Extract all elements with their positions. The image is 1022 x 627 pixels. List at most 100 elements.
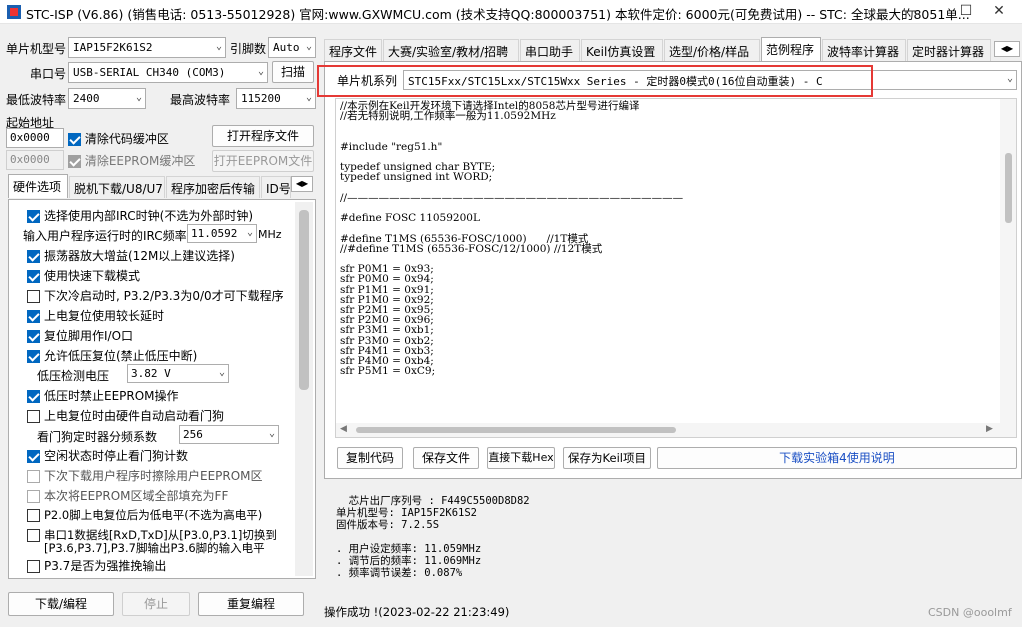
code-vscrollbar[interactable] [1000, 99, 1016, 437]
option-fast-download[interactable]: 使用快速下载模式 [27, 267, 140, 285]
checkbox[interactable] [27, 250, 40, 263]
clear-code-option[interactable]: 清除代码缓冲区 [68, 130, 169, 147]
port-select[interactable]: USB-SERIAL CH340 (COM3) ⌄ [68, 62, 268, 83]
port-label: 串口号 [30, 67, 67, 81]
option-reset-as-io[interactable]: 复位脚用作I/O口 [27, 327, 133, 345]
stop-button[interactable]: 停止 [122, 592, 190, 616]
checkbox[interactable] [27, 390, 40, 403]
option-fill-ff[interactable]: 本次将EEPROM区域全部填充为FF [27, 487, 228, 505]
option-long-reset-delay[interactable]: 上电复位使用较长延时 [27, 307, 164, 325]
reprogram-button[interactable]: 重复编程 [198, 592, 304, 616]
option-low-voltage-reset[interactable]: 允许低压复位(禁止低压中断) [27, 347, 197, 365]
option-lv-disable-eeprom[interactable]: 低压时禁止EEPROM操作 [27, 387, 179, 405]
tab-offline[interactable]: 脱机下载/U8/U7 [69, 176, 165, 198]
tab-program-file[interactable]: 程序文件 [324, 39, 382, 61]
mcu-select[interactable]: IAP15F2K61S2 ⌄ [68, 37, 226, 58]
info-line-model: 单片机型号: IAP15F2K61S2 [336, 507, 478, 519]
code-addr-input[interactable]: 0x0000 [6, 128, 64, 148]
lvd-select[interactable]: 3.82 V ⌄ [127, 364, 229, 383]
checkbox[interactable] [27, 509, 40, 522]
chevron-down-icon: ⌄ [1006, 73, 1013, 84]
checkbox[interactable] [27, 270, 40, 283]
tab-serial-assistant[interactable]: 串口助手 [520, 39, 580, 61]
chevron-down-icon: ⌄ [218, 367, 225, 378]
option-hw-watchdog[interactable]: 上电复位时由硬件自动启动看门狗 [27, 407, 224, 425]
code-hscrollbar[interactable]: ◀ ▶ [336, 423, 1000, 437]
wdt-select[interactable]: 256 ⌄ [179, 425, 279, 444]
clear-eeprom-checkbox[interactable] [68, 155, 81, 168]
clear-code-label: 清除代码缓冲区 [84, 132, 169, 146]
checkbox[interactable] [27, 290, 40, 303]
option-label: 下次冷启动时, P3.2/P3.3为0/0才可下载程序 [44, 289, 284, 303]
max-baud-select[interactable]: 115200 ⌄ [236, 88, 316, 109]
direct-download-button[interactable]: 直接下载Hex [487, 447, 555, 469]
checkbox[interactable] [27, 490, 40, 503]
eeprom-addr-input[interactable]: 0x0000 [6, 150, 64, 170]
pins-label: 引脚数 [230, 42, 267, 56]
minimize-button[interactable]: — [888, 0, 934, 24]
hscroll-thumb[interactable] [356, 427, 676, 433]
tab-examples[interactable]: 范例程序 [761, 37, 821, 61]
download-program-button[interactable]: 下载/编程 [8, 592, 114, 616]
checkbox[interactable] [27, 330, 40, 343]
pins-select[interactable]: Auto ⌄ [268, 37, 316, 58]
tab-keil-sim[interactable]: Keil仿真设置 [581, 39, 663, 61]
clear-eeprom-option[interactable]: 清除EEPROM缓冲区 [68, 152, 195, 169]
option-label: P3.7是否为强推挽输出 [44, 559, 167, 573]
clear-code-checkbox[interactable] [68, 133, 81, 146]
tab-baud-calc[interactable]: 波特率计算器 [822, 39, 906, 61]
pins-value: Auto [273, 41, 300, 54]
options-scrollbar[interactable] [295, 202, 313, 576]
save-file-button[interactable]: 保存文件 [413, 447, 479, 469]
irc-unit: MHz [258, 228, 282, 241]
mcu-label: 单片机型号 [6, 42, 67, 56]
min-baud-select[interactable]: 2400 ⌄ [68, 88, 146, 109]
checkbox[interactable] [27, 560, 40, 573]
checkbox[interactable] [27, 529, 40, 542]
info-line-set-freq: . 用户设定频率: 11.059MHz [336, 543, 482, 555]
irc-select[interactable]: 11.0592 ⌄ [187, 224, 257, 243]
tab-encrypt[interactable]: 程序加密后传输 [166, 176, 260, 198]
checkbox[interactable] [27, 350, 40, 363]
tab-hardware[interactable]: 硬件选项 [8, 174, 68, 198]
checkbox[interactable] [27, 470, 40, 483]
option-erase-eeprom[interactable]: 下次下载用户程序时擦除用户EEPROM区 [27, 467, 263, 485]
checkbox[interactable] [27, 450, 40, 463]
copy-code-button[interactable]: 复制代码 [337, 447, 403, 469]
scroll-left-icon[interactable]: ◀ [340, 424, 347, 434]
right-tab-scroll-arrows[interactable]: ◀▶ [994, 41, 1020, 57]
option-p20-low[interactable]: P2.0脚上电复位后为低电平(不选为高电平) [27, 507, 262, 525]
close-button[interactable]: ✕ [976, 0, 1022, 24]
info-line-freq-error: . 频率调节误差: 0.087% [336, 567, 463, 579]
chevron-down-icon: ⌄ [135, 92, 142, 103]
code-viewer[interactable]: //本示例在Keil开发环境下请选择Intel的8058芯片型号进行编译 //若… [335, 98, 1017, 438]
option-label: 复位脚用作I/O口 [44, 329, 134, 343]
option-cold-boot[interactable]: 下次冷启动时, P3.2/P3.3为0/0才可下载程序 [27, 287, 284, 305]
scrollbar-thumb[interactable] [299, 210, 309, 390]
option-osc-gain[interactable]: 振荡器放大增益(12M以上建议选择) [27, 247, 235, 265]
watermark: CSDN @ooolmf [928, 606, 1012, 619]
clear-eeprom-label: 清除EEPROM缓冲区 [84, 154, 196, 168]
vscroll-thumb[interactable] [1005, 153, 1012, 223]
chevron-down-icon: ⌄ [246, 227, 253, 238]
option-internal-irc[interactable]: 选择使用内部IRC时钟(不选为外部时钟) [27, 207, 253, 225]
chevron-down-icon: ⌄ [305, 92, 312, 103]
option-p37-push-pull[interactable]: P3.7是否为强推挽输出 [27, 557, 166, 575]
option-idle-stop-wdt[interactable]: 空闲状态时停止看门狗计数 [27, 447, 188, 465]
tab-id[interactable]: ID号 [261, 176, 291, 198]
save-keil-button[interactable]: 保存为Keil项目 [563, 447, 651, 469]
scroll-right-icon[interactable]: ▶ [986, 424, 993, 434]
chevron-down-icon: ⌄ [257, 66, 264, 77]
checkbox[interactable] [27, 310, 40, 323]
tab-contest[interactable]: 大赛/实验室/教材/招聘 [383, 39, 519, 61]
lab-manual-link[interactable]: 下载实验箱4使用说明 [657, 447, 1017, 469]
tab-timer-calc[interactable]: 定时器计算器 [907, 39, 991, 61]
tab-scroll-arrows[interactable]: ◀▶ [291, 176, 313, 192]
tab-selection[interactable]: 选型/价格/样品 [664, 39, 760, 61]
option-label: 空闲状态时停止看门狗计数 [44, 449, 189, 463]
checkbox[interactable] [27, 210, 40, 223]
checkbox[interactable] [27, 410, 40, 423]
open-eeprom-button[interactable]: 打开EEPROM文件 [212, 150, 314, 172]
scan-button[interactable]: 扫描 [272, 61, 314, 83]
open-program-button[interactable]: 打开程序文件 [212, 125, 314, 147]
